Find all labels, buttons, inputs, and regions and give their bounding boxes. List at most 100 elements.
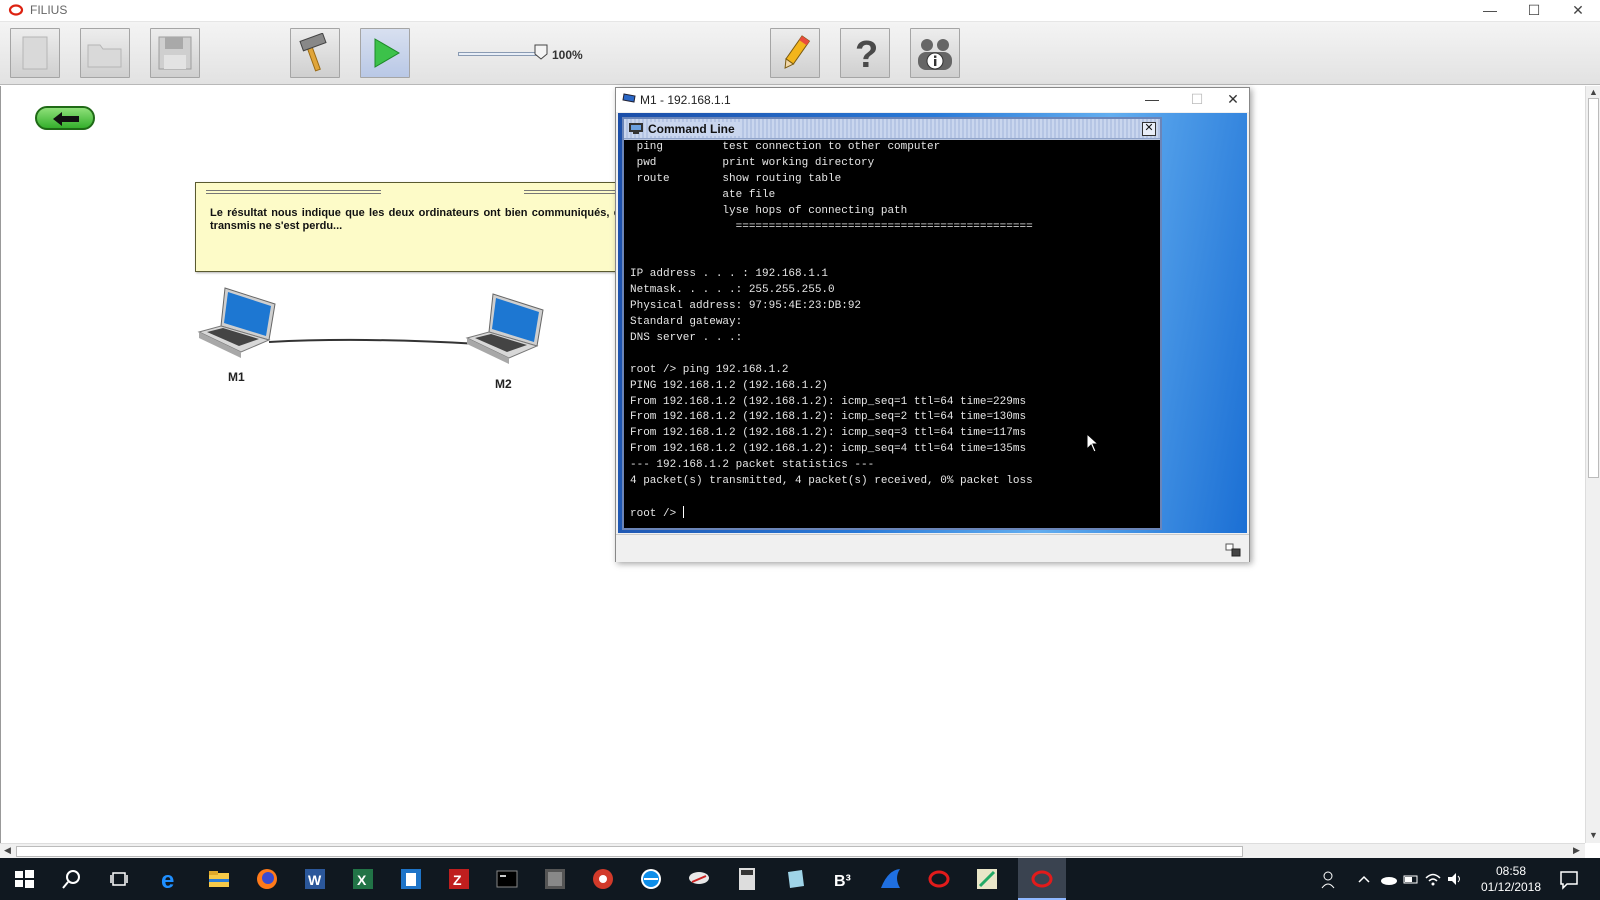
file-explorer-icon[interactable]: [206, 866, 232, 892]
computer-m2-label: M2: [495, 377, 512, 391]
scroll-up-icon[interactable]: ▲: [1589, 87, 1598, 97]
terminal-line: Netmask. . . . .: 255.255.255.0: [630, 284, 835, 297]
terminal-line: DNS server . . .:: [630, 331, 743, 344]
zoom-slider[interactable]: [458, 52, 543, 56]
wifi-icon[interactable]: [1424, 866, 1442, 892]
terminal-line: 4 packet(s) transmitted, 4 packet(s) rec…: [630, 475, 1033, 488]
documentation-button[interactable]: [770, 28, 820, 78]
cisco-icon[interactable]: [686, 866, 712, 892]
firefox-icon[interactable]: [254, 866, 280, 892]
prompt-text: root />: [630, 507, 683, 520]
arrow-left-icon: [53, 112, 79, 126]
about-button[interactable]: [910, 28, 960, 78]
calculator-icon[interactable]: [734, 866, 760, 892]
clock-date[interactable]: 01/12/2018: [1476, 880, 1546, 894]
edge-icon[interactable]: e: [157, 866, 183, 892]
terminal-prompt[interactable]: root />: [630, 505, 1160, 523]
pencil-icon: [784, 35, 811, 69]
terminal-line: route show routing table: [630, 172, 842, 185]
play-icon: [374, 38, 400, 68]
scroll-left-icon[interactable]: ◀: [4, 845, 11, 856]
windows-start-icon[interactable]: [11, 866, 37, 892]
toolbar: 100% ?: [0, 22, 1600, 85]
vertical-scroll-thumb[interactable]: [1588, 98, 1599, 478]
teamviewer-icon[interactable]: [638, 866, 664, 892]
vertical-scrollbar[interactable]: ▲ ▼: [1585, 86, 1600, 843]
terminal-line: ping test connection to other computer: [630, 141, 941, 153]
paint-icon[interactable]: [590, 866, 616, 892]
taskbar-active-app[interactable]: [1018, 858, 1066, 900]
computer-m2[interactable]: [463, 292, 549, 372]
task-view-icon[interactable]: [107, 866, 133, 892]
cmd-icon[interactable]: [494, 866, 520, 892]
paint-brush-icon[interactable]: [974, 866, 1000, 892]
app-titlebar: FILIUS — ☐ ✕: [0, 0, 1600, 22]
back-button[interactable]: [35, 106, 95, 130]
window-resize-icon[interactable]: [1225, 543, 1241, 557]
word-icon[interactable]: W: [302, 866, 328, 892]
window-titlebar[interactable]: M1 - 192.168.1.1 — ☐ ✕: [616, 88, 1249, 112]
open-folder-button[interactable]: [80, 28, 130, 78]
search-icon[interactable]: [59, 866, 85, 892]
computer-m1-window[interactable]: M1 - 192.168.1.1 — ☐ ✕ Command Line ✕ pi…: [615, 87, 1250, 562]
shark-icon[interactable]: [878, 866, 904, 892]
hammer-icon: [299, 33, 327, 72]
maximize-button[interactable]: ☐: [1512, 0, 1556, 22]
command-line-frame[interactable]: Command Line ✕ ping test connection to o…: [622, 117, 1162, 530]
chevron-up-icon[interactable]: [1356, 866, 1372, 892]
simulation-mode-button[interactable]: [360, 28, 410, 78]
terminal-line: From 192.168.1.2 (192.168.1.2): icmp_seq…: [630, 427, 1027, 440]
terminal-line: root /> ping 192.168.1.2: [630, 363, 789, 376]
command-line-titlebar[interactable]: Command Line ✕: [624, 119, 1160, 139]
tooltip-grip-left: [206, 190, 381, 194]
terminal-line: ========================================…: [630, 220, 1033, 233]
terminal-line: PING 192.168.1.2 (192.168.1.2): [630, 379, 829, 392]
zoom-slider-thumb[interactable]: [534, 44, 548, 60]
about-info-icon: [918, 39, 952, 70]
terminal-line: lyse hops of connecting path: [630, 204, 908, 217]
svg-text:X: X: [357, 872, 367, 888]
onedrive-icon[interactable]: [1380, 866, 1398, 892]
tex-icon[interactable]: [542, 866, 568, 892]
command-line-title: Command Line: [648, 122, 741, 136]
people-icon[interactable]: [1320, 866, 1340, 892]
new-file-button[interactable]: [10, 28, 60, 78]
terminal-line: ate file: [630, 188, 776, 201]
terminal-line: From 192.168.1.2 (192.168.1.2): icmp_seq…: [630, 395, 1027, 408]
terminal-output[interactable]: ping test connection to other computer p…: [624, 140, 1160, 528]
clock-time[interactable]: 08:58: [1476, 864, 1546, 879]
excel-icon[interactable]: X: [350, 866, 376, 892]
minimize-button[interactable]: —: [1468, 0, 1512, 22]
svg-text:?: ?: [855, 34, 878, 73]
mouse-cursor-icon: [1086, 433, 1100, 453]
terminal-line: From 192.168.1.2 (192.168.1.2): icmp_seq…: [630, 411, 1027, 424]
scroll-right-icon[interactable]: ▶: [1573, 845, 1580, 856]
computer-m1[interactable]: [195, 286, 281, 366]
horizontal-scroll-thumb[interactable]: [16, 846, 1243, 857]
volume-icon[interactable]: [1446, 866, 1464, 892]
notifications-icon[interactable]: [1558, 866, 1580, 892]
design-mode-button[interactable]: [290, 28, 340, 78]
close-button[interactable]: ✕: [1556, 0, 1600, 22]
notepad-plus-icon[interactable]: [398, 866, 424, 892]
horizontal-scrollbar[interactable]: ◀ ▶: [0, 843, 1585, 858]
svg-text:B³: B³: [834, 873, 851, 890]
filius-icon[interactable]: [926, 866, 952, 892]
save-button[interactable]: [150, 28, 200, 78]
text-cursor: [682, 505, 684, 518]
b3-icon[interactable]: B³: [830, 866, 856, 892]
filezilla-icon[interactable]: Z: [446, 866, 472, 892]
command-line-close-button[interactable]: ✕: [1142, 122, 1156, 136]
new-file-icon: [22, 36, 48, 70]
help-button[interactable]: ?: [840, 28, 890, 78]
battery-icon[interactable]: [1402, 866, 1420, 892]
scroll-down-icon[interactable]: ▼: [1589, 830, 1598, 840]
window-maximize-button[interactable]: ☐: [1182, 90, 1212, 110]
terminal-line: IP address . . . : 192.168.1.1: [630, 268, 829, 281]
window-minimize-button[interactable]: —: [1137, 90, 1167, 110]
svg-text:W: W: [308, 872, 322, 888]
bucket-icon[interactable]: [782, 866, 808, 892]
window-close-button[interactable]: ✕: [1218, 90, 1248, 110]
terminal-line: Physical address: 97:95:4E:23:DB:92: [630, 300, 862, 313]
